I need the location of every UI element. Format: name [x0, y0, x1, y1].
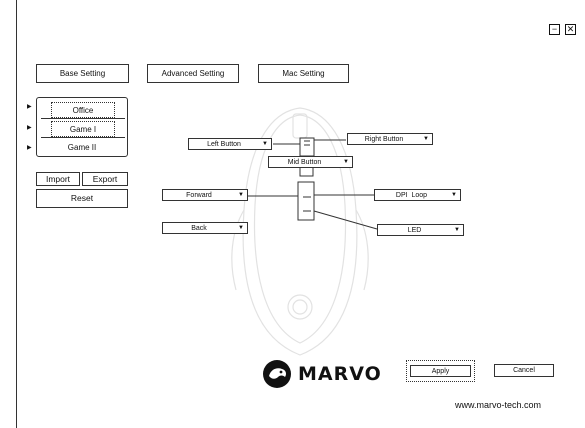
- led-dropdown[interactable]: LED ▼: [377, 224, 464, 236]
- forward-dropdown[interactable]: Forward ▼: [162, 189, 248, 201]
- dropdown-caret-icon: ▼: [238, 225, 244, 231]
- website-url[interactable]: www.marvo-tech.com: [455, 400, 541, 410]
- dropdown-caret-icon: ▼: [262, 141, 268, 147]
- back-label: Back: [191, 224, 207, 232]
- brand-logo: MARVO: [262, 359, 382, 389]
- left-button-label: Left Button: [207, 140, 241, 148]
- dpi-loop-dropdown[interactable]: DPI Loop ▼: [374, 189, 461, 201]
- forward-label: Forward: [186, 191, 212, 199]
- dropdown-caret-icon: ▼: [451, 192, 457, 198]
- marvo-logo-icon: [263, 360, 291, 388]
- cancel-button[interactable]: Cancel: [494, 364, 554, 377]
- led-label: LED: [407, 226, 422, 234]
- right-button-label: Right Button: [364, 135, 404, 143]
- mid-button-dropdown[interactable]: Mid Button ▼: [268, 156, 353, 168]
- mid-button-label: Mid Button: [287, 158, 322, 166]
- apply-button[interactable]: Apply: [410, 365, 471, 377]
- dropdown-caret-icon: ▼: [238, 192, 244, 198]
- dropdown-caret-icon: ▼: [343, 159, 349, 165]
- right-button-dropdown[interactable]: Right Button ▼: [347, 133, 433, 145]
- brand-name: MARVO: [298, 363, 382, 385]
- back-dropdown[interactable]: Back ▼: [162, 222, 248, 234]
- dpi-loop-label: DPI Loop: [395, 191, 428, 199]
- left-button-dropdown[interactable]: Left Button ▼: [188, 138, 272, 150]
- dropdown-caret-icon: ▼: [454, 227, 460, 233]
- dropdown-caret-icon: ▼: [423, 136, 429, 142]
